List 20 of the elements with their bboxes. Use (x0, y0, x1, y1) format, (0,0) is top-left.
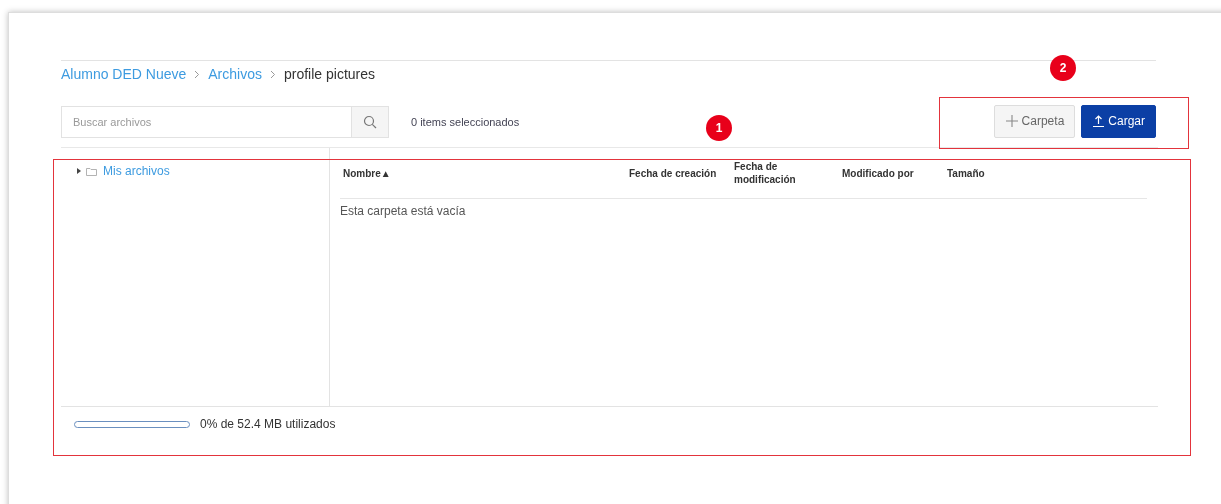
column-header[interactable]: Nombre▲ (340, 166, 629, 180)
plus-icon (1004, 114, 1019, 128)
upload-button[interactable]: Cargar (1081, 104, 1156, 138)
breadcrumb-separator-icon (269, 69, 276, 79)
search-icon (363, 115, 377, 129)
selection-count: 0 items seleccionados (411, 116, 520, 128)
new-folder-button[interactable]: Carpeta (993, 104, 1076, 138)
column-header[interactable]: Fecha de modificación (734, 160, 806, 186)
column-header[interactable]: Fecha de creación (629, 166, 734, 180)
folder-icon (86, 166, 97, 176)
empty-message: Esta carpeta está vacía (340, 204, 467, 218)
upload-icon (1092, 114, 1106, 128)
search-field[interactable]: Buscar archivos (61, 106, 351, 138)
usage-text: 0% de 52.4 MB utilizados (200, 417, 336, 431)
column-header[interactable]: Tamaño (947, 166, 1027, 180)
breadcrumb-separator-icon (194, 69, 201, 79)
column-header[interactable]: Modificado por (842, 166, 947, 180)
breadcrumb-current: profile pictures (283, 66, 375, 82)
search-button[interactable] (351, 106, 389, 138)
caret-icon[interactable] (76, 168, 82, 174)
